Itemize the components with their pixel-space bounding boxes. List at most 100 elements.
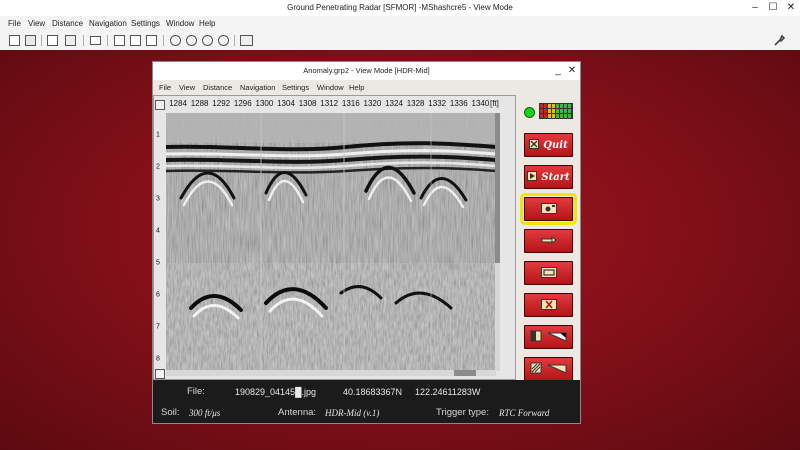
panel-corner-icon-bottom[interactable] — [155, 369, 165, 379]
distance-tick-label: 1340 — [471, 99, 490, 108]
distance-tick-label: 1320 — [363, 99, 382, 108]
app-menu-bar: File View Distance Navigation Settings W… — [0, 16, 800, 31]
inner-menu-file[interactable]: File — [159, 80, 171, 95]
distance-tick-label: 1296 — [233, 99, 252, 108]
inner-close-button[interactable]: ✕ — [563, 63, 581, 79]
export-icon[interactable] — [65, 35, 76, 46]
paste-icon[interactable] — [146, 35, 157, 46]
menu-distance[interactable]: Distance — [52, 16, 83, 31]
trigger-label: Trigger type: — [436, 407, 489, 418]
file-label: File: — [187, 386, 205, 397]
depth-tick-label: 1 — [156, 131, 160, 139]
panel-corner-icon[interactable] — [155, 100, 165, 110]
gps-status-icon — [524, 107, 535, 118]
radargram-image — [165, 113, 497, 371]
camera-button[interactable] — [520, 193, 577, 225]
copy-icon[interactable] — [130, 35, 141, 46]
vertical-scroll-thumb[interactable] — [495, 113, 500, 263]
distance-tick-label: 1288 — [190, 99, 209, 108]
inner-menu-distance[interactable]: Distance — [203, 80, 232, 95]
longitude-value: 122.24611283W — [415, 387, 481, 397]
distance-tick-label: 1292 — [212, 99, 231, 108]
scan-panel: 1284 1288 1292 1296 1300 1304 1308 1312 1316 1320… — [153, 95, 516, 380]
delete-button[interactable] — [524, 293, 573, 317]
menu-file[interactable]: File — [8, 16, 21, 31]
distance-tick-label: 1336 — [449, 99, 468, 108]
start-label: Start — [541, 171, 570, 183]
zoom-out-icon[interactable] — [186, 35, 197, 46]
quit-label: Quit — [543, 139, 568, 151]
depth-ruler: 1 2 3 4 5 6 7 8 — [154, 113, 166, 371]
depth-tick-label: 4 — [156, 227, 160, 235]
inner-title: Anomaly.grp2 - View Mode [HDR-Mid] — [303, 66, 430, 75]
minimize-button[interactable]: – — [746, 0, 764, 16]
control-panel: Quit Start — [516, 95, 580, 381]
delete-x-icon — [540, 298, 557, 312]
horizontal-scrollbar[interactable] — [166, 370, 496, 376]
edit-icon[interactable] — [114, 35, 125, 46]
depth-tick-label: 2 — [156, 163, 160, 171]
start-button[interactable]: Start — [524, 165, 573, 189]
toolbar-separator — [234, 35, 235, 46]
inner-menu-help[interactable]: Help — [349, 80, 364, 95]
window-button[interactable] — [524, 261, 573, 285]
trigger-value: RTC Forward — [499, 408, 550, 418]
marker-flag-icon — [541, 235, 557, 247]
gain-icon — [530, 361, 568, 377]
restore-button[interactable]: ☐ — [764, 0, 782, 16]
gain-button[interactable] — [524, 357, 573, 381]
quit-button[interactable]: Quit — [524, 133, 573, 157]
window-frame-icon — [540, 266, 557, 280]
distance-tick-label: 1312 — [320, 99, 339, 108]
depth-tick-label: 3 — [156, 195, 160, 203]
toolbar-separator — [163, 35, 164, 46]
antenna-label: Antenna: — [278, 407, 317, 418]
cancel-icon[interactable] — [202, 35, 213, 46]
close-button[interactable]: ✕ — [782, 0, 800, 16]
distance-tick-label: 1324 — [385, 99, 403, 108]
camera-icon[interactable] — [240, 35, 253, 46]
distance-tick-label: 1328 — [406, 99, 425, 108]
soil-value: 300 ft/μs — [189, 408, 221, 418]
inner-menu-settings[interactable]: Settings — [282, 80, 309, 95]
inner-menu-view[interactable]: View — [179, 80, 195, 95]
distance-tick-label: 1332 — [428, 99, 447, 108]
menu-navigation[interactable]: Navigation — [89, 16, 127, 31]
info-bar: File: 190829_04145█.jpg 40.18683367N 122… — [153, 380, 580, 423]
depth-tick-label: 8 — [156, 355, 160, 363]
toolbar-separator — [83, 35, 84, 46]
marker-button[interactable] — [524, 229, 573, 253]
zoom-in-icon[interactable] — [170, 35, 181, 46]
menu-view[interactable]: View — [28, 16, 45, 31]
soil-label: Soil: — [161, 407, 180, 418]
horizontal-scroll-thumb[interactable] — [454, 370, 476, 376]
new-file-icon[interactable] — [9, 35, 20, 46]
menu-help[interactable]: Help — [199, 16, 215, 31]
radargram-view[interactable] — [165, 113, 497, 371]
contrast-icon — [530, 329, 568, 345]
app-title-bar: Ground Penetrating Radar [SFMOR] -MShash… — [0, 0, 800, 16]
menu-window[interactable]: Window — [166, 16, 194, 31]
check-icon[interactable] — [218, 35, 229, 46]
wrench-icon[interactable] — [773, 34, 786, 47]
depth-tick-label: 5 — [156, 259, 160, 267]
mail-icon[interactable] — [90, 36, 101, 45]
open-file-icon[interactable] — [47, 35, 58, 46]
quit-x-icon — [529, 139, 540, 151]
file-name: 190829_04145█.jpg — [235, 387, 316, 397]
depth-tick-label: 7 — [156, 323, 160, 331]
distance-tick-label: 1304 — [277, 99, 295, 108]
inner-menu-bar: File View Distance Navigation Settings W… — [153, 80, 580, 95]
save-icon[interactable] — [25, 35, 36, 46]
signal-meter-icon — [539, 103, 573, 119]
contrast-button[interactable] — [524, 325, 573, 349]
distance-tick-label: 1316 — [341, 99, 360, 108]
menu-settings[interactable]: Settings — [131, 16, 160, 31]
inner-title-bar: Anomaly.grp2 - View Mode [HDR-Mid] _ ✕ — [153, 62, 580, 80]
inner-menu-navigation[interactable]: Navigation — [240, 80, 275, 95]
distance-tick-label: 1284 — [169, 99, 187, 108]
toolbar-separator — [41, 35, 42, 46]
inner-menu-window[interactable]: Window — [317, 80, 344, 95]
distance-unit-label: [ft] — [490, 99, 499, 108]
gpr-view-window: Anomaly.grp2 - View Mode [HDR-Mid] _ ✕ F… — [152, 61, 581, 424]
